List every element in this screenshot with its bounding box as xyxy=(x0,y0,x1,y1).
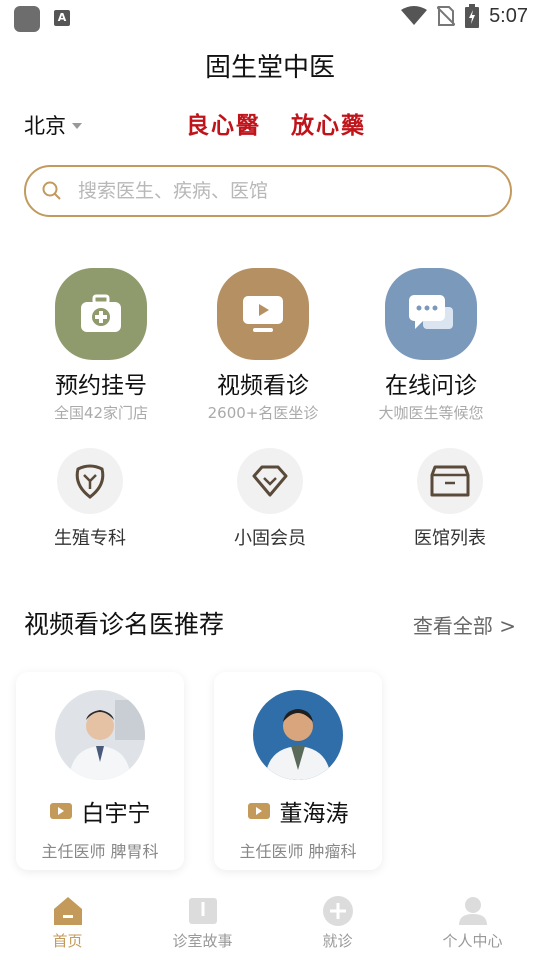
doctor-card[interactable]: 白宇宁 主任医师 脾胃科 xyxy=(16,672,184,870)
feature-title: 预约挂号 xyxy=(55,373,147,399)
tab-stories[interactable]: 诊室故事 xyxy=(135,890,270,960)
chat-bubble-icon xyxy=(385,268,477,360)
doctor-avatar xyxy=(55,690,145,780)
slogan: 良心醫 放心藥 xyxy=(186,112,367,139)
doctor-desc: 主任医师 肿瘤科 xyxy=(239,842,357,861)
shortcut-reproductive[interactable]: 生殖专科 xyxy=(10,448,170,550)
shortcut-clinic-list[interactable]: 医馆列表 xyxy=(370,448,530,550)
dropdown-arrow-icon xyxy=(72,123,82,129)
app-title: 固生堂中医 xyxy=(204,53,335,83)
plus-circle-icon xyxy=(270,894,405,928)
clinic-box-icon xyxy=(417,448,483,514)
video-badge-icon xyxy=(49,803,72,819)
shortcut-membership[interactable]: 小固会员 xyxy=(190,448,350,550)
clock: 5:07 xyxy=(489,4,528,27)
view-all-link[interactable]: 查看全部 > xyxy=(413,610,516,639)
tab-home[interactable]: 首页 xyxy=(0,890,135,960)
tab-label: 诊室故事 xyxy=(172,932,233,950)
section-title: 视频看诊名医推荐 xyxy=(24,610,225,639)
bottom-tab-bar: 首页 诊室故事 就诊 个人中心 xyxy=(0,890,540,960)
status-bar: A 5:07 xyxy=(0,0,540,36)
video-badge-icon xyxy=(247,803,270,819)
shortcut-label: 医馆列表 xyxy=(414,528,486,549)
tooth-shield-icon xyxy=(57,448,123,514)
tab-visit[interactable]: 就诊 xyxy=(270,890,405,960)
shortcut-label: 生殖专科 xyxy=(54,528,126,549)
city-label: 北京 xyxy=(24,114,66,138)
feature-title: 视频看诊 xyxy=(217,373,309,399)
doctor-name: 白宇宁 xyxy=(81,801,151,827)
person-icon xyxy=(405,894,540,928)
feature-video-consult[interactable]: 视频看诊 2600+名医坐诊 xyxy=(183,268,343,423)
search-input[interactable] xyxy=(76,179,460,203)
feature-subtitle: 大咖医生等候您 xyxy=(378,404,484,422)
search-icon xyxy=(42,181,61,200)
tab-profile[interactable]: 个人中心 xyxy=(405,890,540,960)
doctor-card[interactable]: 董海涛 主任医师 肿瘤科 xyxy=(214,672,382,870)
tab-label: 首页 xyxy=(52,932,83,950)
doctor-desc: 主任医师 脾胃科 xyxy=(41,842,159,861)
shortcut-label: 小固会员 xyxy=(234,528,306,549)
doctor-avatar xyxy=(253,690,343,780)
tab-label: 个人中心 xyxy=(442,932,503,950)
feature-subtitle: 全国42家门店 xyxy=(53,404,149,422)
medical-kit-icon xyxy=(55,268,147,360)
keyboard-notification-icon: A xyxy=(54,10,70,26)
feature-subtitle: 2600+名医坐诊 xyxy=(207,404,319,422)
home-icon xyxy=(0,894,135,928)
search-bar[interactable] xyxy=(24,165,512,217)
app-notification-icon xyxy=(14,6,40,32)
doctor-name: 董海涛 xyxy=(279,801,349,827)
book-icon xyxy=(135,894,270,928)
no-sim-icon xyxy=(437,6,456,26)
feature-title: 在线问诊 xyxy=(385,373,477,399)
wifi-icon xyxy=(401,6,428,25)
diamond-badge-icon xyxy=(237,448,303,514)
city-selector[interactable]: 北京 xyxy=(24,110,82,140)
tab-label: 就诊 xyxy=(322,932,353,950)
feature-appointment[interactable]: 预约挂号 全国42家门店 xyxy=(21,268,181,423)
battery-icon xyxy=(465,4,480,28)
feature-online-consult[interactable]: 在线问诊 大咖医生等候您 xyxy=(351,268,511,423)
video-play-icon xyxy=(217,268,309,360)
